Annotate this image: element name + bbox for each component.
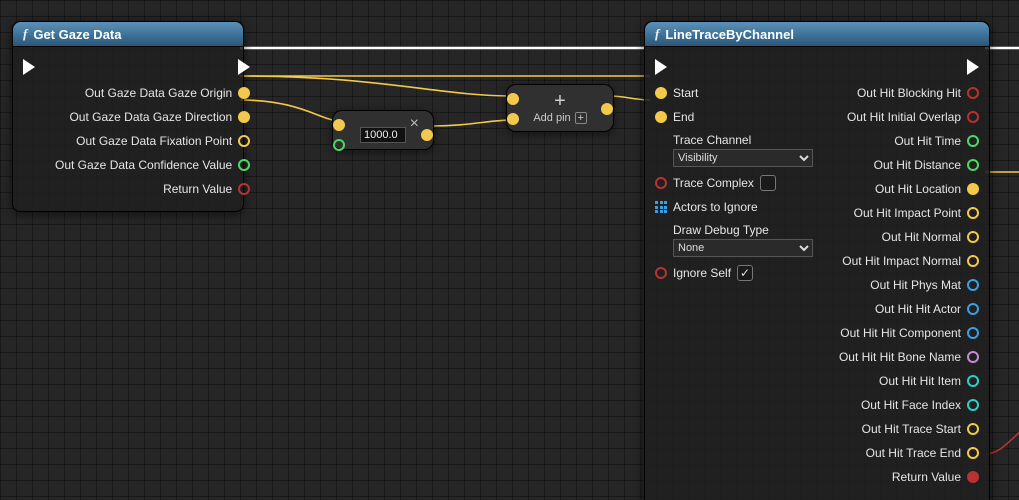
pin-trace-complex[interactable]: Trace Complex (645, 171, 823, 195)
exec-in[interactable] (13, 53, 45, 81)
pin-actors-to-ignore[interactable]: Actors to Ignore (645, 195, 823, 219)
pin-return-value[interactable]: Return Value (45, 177, 260, 201)
exec-out[interactable] (823, 53, 989, 81)
pin-blocking-hit[interactable]: Out Hit Blocking Hit (823, 81, 989, 105)
node-title: Get Gaze Data (33, 27, 121, 42)
pin-time[interactable]: Out Hit Time (823, 129, 989, 153)
pin-ignore-self[interactable]: Ignore Self (645, 261, 823, 285)
vector-pin-icon (238, 135, 250, 147)
node-line-trace[interactable]: f LineTraceByChannel Start End Trace Cha… (644, 21, 990, 500)
node-multiply[interactable]: × (332, 110, 434, 150)
add-pin-button[interactable]: Add pin + (533, 112, 586, 124)
vector-pin-icon (238, 87, 250, 99)
trace-complex-checkbox[interactable] (760, 175, 776, 191)
function-icon: f (23, 26, 27, 42)
pin-gaze-direction[interactable]: Out Gaze Data Gaze Direction (45, 105, 260, 129)
node-header[interactable]: f LineTraceByChannel (645, 22, 989, 47)
pin-gaze-origin[interactable]: Out Gaze Data Gaze Origin (45, 81, 260, 105)
pin-hit-component[interactable]: Out Hit Hit Component (823, 321, 989, 345)
pin-add-out[interactable] (601, 103, 613, 115)
pin-fixation-point[interactable]: Out Gaze Data Fixation Point (45, 129, 260, 153)
float-pin-icon (238, 159, 250, 171)
pin-impact-point[interactable]: Out Hit Impact Point (823, 201, 989, 225)
trace-channel-select[interactable]: Visibility (673, 149, 813, 167)
pin-confidence-value[interactable]: Out Gaze Data Confidence Value (45, 153, 260, 177)
trace-channel-label: Trace Channel (673, 133, 751, 147)
vector-pin-icon (655, 111, 667, 123)
pin-face-index[interactable]: Out Hit Face Index (823, 393, 989, 417)
exec-out[interactable] (45, 53, 260, 81)
pin-start[interactable]: Start (645, 81, 823, 105)
pin-end[interactable]: End (645, 105, 823, 129)
pin-hit-item[interactable]: Out Hit Hit Item (823, 369, 989, 393)
pin-mult-a[interactable] (333, 119, 345, 131)
mult-scalar-input[interactable] (360, 127, 406, 143)
bool-pin-icon (655, 267, 667, 279)
pin-add-a[interactable] (507, 93, 519, 105)
pin-bone-name[interactable]: Out Hit Hit Bone Name (823, 345, 989, 369)
array-pin-icon (655, 201, 667, 213)
pin-distance[interactable]: Out Hit Distance (823, 153, 989, 177)
node-title: LineTraceByChannel (665, 27, 794, 42)
pin-mult-b[interactable] (333, 139, 345, 151)
pin-location[interactable]: Out Hit Location (823, 177, 989, 201)
pin-initial-overlap[interactable]: Out Hit Initial Overlap (823, 105, 989, 129)
draw-debug-select[interactable]: None (673, 239, 813, 257)
exec-in[interactable] (645, 53, 823, 81)
multiply-icon: × (410, 115, 419, 133)
pin-trace-start[interactable]: Out Hit Trace Start (823, 417, 989, 441)
node-get-gaze-data[interactable]: f Get Gaze Data Out Gaze Data Gaze Origi… (12, 21, 244, 212)
function-icon: f (655, 26, 659, 42)
pin-mult-out[interactable] (421, 129, 433, 141)
bool-pin-icon (655, 177, 667, 189)
vector-pin-icon (655, 87, 667, 99)
pin-hit-actor[interactable]: Out Hit Hit Actor (823, 297, 989, 321)
pin-normal[interactable]: Out Hit Normal (823, 225, 989, 249)
pin-phys-mat[interactable]: Out Hit Phys Mat (823, 273, 989, 297)
bool-pin-icon (238, 183, 250, 195)
add-pin-plus-icon: + (575, 112, 587, 124)
pin-return-value[interactable]: Return Value (823, 465, 989, 489)
pin-add-b[interactable] (507, 113, 519, 125)
node-add[interactable]: + Add pin + (506, 84, 614, 132)
draw-debug-label: Draw Debug Type (673, 223, 769, 237)
pin-impact-normal[interactable]: Out Hit Impact Normal (823, 249, 989, 273)
pin-trace-end[interactable]: Out Hit Trace End (823, 441, 989, 465)
vector-pin-icon (238, 111, 250, 123)
node-header[interactable]: f Get Gaze Data (13, 22, 243, 47)
ignore-self-checkbox[interactable] (737, 265, 753, 281)
plus-icon: + (554, 94, 566, 108)
